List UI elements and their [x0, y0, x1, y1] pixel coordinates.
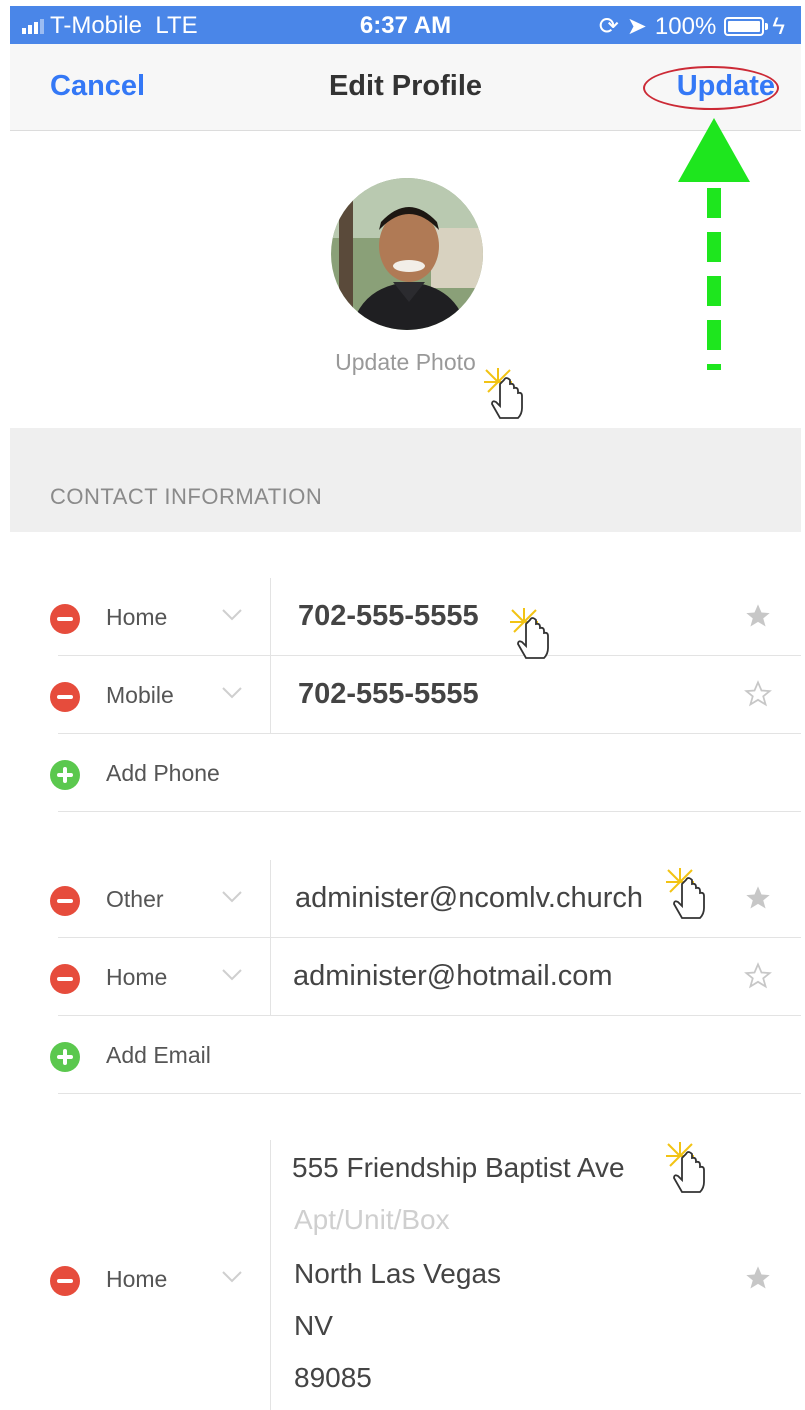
remove-phone-icon[interactable]	[50, 682, 80, 712]
remove-phone-icon[interactable]	[50, 604, 80, 634]
email-row-home: Home administer@hotmail.com	[10, 938, 801, 1016]
phone-number-input[interactable]: 702-555-5555	[298, 678, 479, 711]
avatar-photo	[331, 178, 483, 330]
add-email-button[interactable]: Add Email	[106, 1042, 211, 1069]
row-divider	[58, 811, 801, 812]
remove-address-icon[interactable]	[50, 1266, 80, 1296]
column-divider	[270, 1140, 271, 1410]
tap-cursor-icon	[666, 868, 705, 919]
battery-icon	[724, 17, 769, 36]
address-type-label[interactable]: Home	[106, 1266, 167, 1293]
email-input[interactable]: administer@hotmail.com	[293, 960, 613, 993]
row-divider	[58, 1093, 801, 1094]
star-filled-icon[interactable]	[744, 1264, 772, 1292]
chevron-down-icon[interactable]	[222, 1270, 242, 1284]
zip-input[interactable]: 89085	[294, 1362, 372, 1394]
phone-type-label[interactable]: Home	[106, 604, 167, 631]
chevron-down-icon[interactable]	[222, 968, 242, 982]
orientation-lock-icon: ⟳	[598, 13, 619, 40]
add-email-row[interactable]: Add Email	[10, 1016, 801, 1094]
chevron-down-icon[interactable]	[222, 608, 242, 622]
phone-type-label[interactable]: Mobile	[106, 682, 174, 709]
star-outline-icon[interactable]	[744, 680, 772, 708]
add-phone-icon[interactable]	[50, 760, 80, 790]
annotation-arrow-icon	[678, 118, 750, 370]
add-email-icon[interactable]	[50, 1042, 80, 1072]
city-input[interactable]: North Las Vegas	[294, 1258, 501, 1290]
remove-email-icon[interactable]	[50, 964, 80, 994]
phone-number-input[interactable]: 702-555-5555	[298, 600, 479, 633]
star-filled-icon[interactable]	[744, 602, 772, 630]
charging-icon: ϟ	[772, 12, 785, 40]
column-divider	[270, 938, 271, 1016]
remove-email-icon[interactable]	[50, 886, 80, 916]
tap-cursor-icon	[510, 608, 549, 659]
column-divider	[270, 578, 271, 656]
street-input[interactable]: 555 Friendship Baptist Ave	[292, 1152, 625, 1184]
add-phone-row[interactable]: Add Phone	[10, 734, 801, 812]
status-right: ⟳ ➤ 100% ϟ	[599, 12, 785, 41]
status-bar: T-Mobile LTE 6:37 AM ⟳ ➤ 100% ϟ	[10, 6, 801, 44]
star-filled-icon[interactable]	[744, 884, 772, 912]
phone-row-home: Home 702-555-5555	[10, 578, 801, 656]
phone-row-mobile: Mobile 702-555-5555	[10, 656, 801, 734]
chevron-down-icon[interactable]	[222, 890, 242, 904]
tap-cursor-icon	[484, 368, 523, 419]
email-type-label[interactable]: Home	[106, 964, 167, 991]
email-input[interactable]: administer@ncomlv.church	[295, 882, 643, 915]
profile-avatar[interactable]	[331, 178, 483, 330]
contact-information-header: CONTACT INFORMATION	[10, 428, 801, 532]
state-input[interactable]: NV	[294, 1310, 333, 1342]
column-divider	[270, 860, 271, 938]
chevron-down-icon[interactable]	[222, 686, 242, 700]
tap-cursor-icon	[666, 1142, 705, 1193]
add-phone-button[interactable]: Add Phone	[106, 760, 220, 787]
location-icon: ➤	[626, 13, 647, 40]
column-divider	[270, 656, 271, 734]
battery-percent: 100%	[654, 12, 717, 40]
section-header-label: CONTACT INFORMATION	[50, 484, 323, 509]
star-outline-icon[interactable]	[744, 962, 772, 990]
apt-unit-input[interactable]: Apt/Unit/Box	[294, 1204, 450, 1236]
email-type-label[interactable]: Other	[106, 886, 164, 913]
annotation-highlight-ring	[643, 66, 779, 110]
